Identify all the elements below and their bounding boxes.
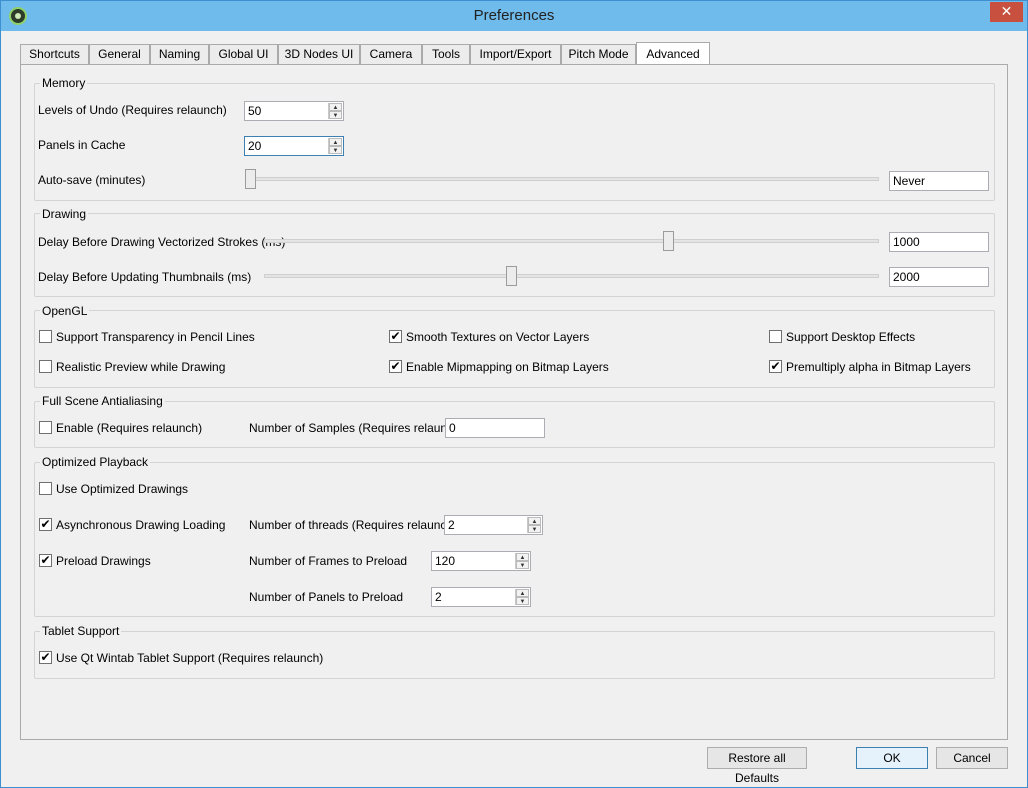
undo-value: 50 — [248, 104, 262, 118]
undo-stepper[interactable]: ▲ ▼ — [328, 103, 342, 119]
down-arrow-icon[interactable]: ▼ — [329, 146, 342, 154]
frames-preload-label: Number of Frames to Preload — [249, 554, 408, 568]
tab-pitch-mode[interactable]: Pitch Mode — [561, 44, 636, 65]
cache-spinbox[interactable]: 20 ▲ ▼ — [244, 136, 344, 156]
tablet-group-title: Tablet Support — [40, 624, 122, 638]
delay-strokes-field[interactable]: 1000 — [889, 232, 989, 252]
realistic-preview-checkbox[interactable] — [39, 360, 52, 373]
antialiasing-enable-label: Enable (Requires relaunch) — [56, 421, 203, 435]
autosave-field[interactable]: Never — [889, 171, 989, 191]
antialiasing-group-title: Full Scene Antialiasing — [40, 394, 165, 408]
async-loading-checkbox[interactable]: ✔ — [39, 518, 52, 531]
title-bar: Preferences ✕ — [1, 1, 1027, 31]
ok-button[interactable]: OK — [856, 747, 928, 769]
tab-global-ui[interactable]: Global UI — [209, 44, 278, 65]
up-arrow-icon[interactable]: ▲ — [528, 517, 541, 525]
wintab-checkbox[interactable]: ✔ — [39, 651, 52, 664]
optimized-drawings-label: Use Optimized Drawings — [56, 482, 189, 496]
memory-group — [34, 83, 995, 201]
tab-import-export[interactable]: Import/Export — [470, 44, 561, 65]
optimized-drawings-checkbox[interactable] — [39, 482, 52, 495]
down-arrow-icon[interactable]: ▼ — [528, 525, 541, 533]
delay-strokes-slider-track[interactable] — [264, 239, 879, 243]
threads-label: Number of threads (Requires relaunch) — [249, 518, 458, 532]
undo-label: Levels of Undo (Requires relaunch) — [38, 103, 227, 117]
preload-drawings-checkbox[interactable]: ✔ — [39, 554, 52, 567]
preferences-window: Preferences ✕ Shortcuts General Naming G… — [0, 0, 1028, 788]
down-arrow-icon[interactable]: ▼ — [516, 597, 529, 605]
transparency-checkbox[interactable] — [39, 330, 52, 343]
autosave-slider-handle[interactable] — [245, 169, 256, 189]
panels-preload-value: 2 — [435, 590, 442, 604]
down-arrow-icon[interactable]: ▼ — [516, 561, 529, 569]
frames-preload-spinbox[interactable]: 120 ▲ ▼ — [431, 551, 531, 571]
tab-3d-nodes-ui[interactable]: 3D Nodes UI — [278, 44, 360, 65]
delay-strokes-slider-handle[interactable] — [662, 231, 674, 251]
wintab-label: Use Qt Wintab Tablet Support (Requires r… — [56, 651, 324, 665]
thumbnails-delay-label: Delay Before Updating Thumbnails (ms) — [38, 270, 252, 284]
tab-naming[interactable]: Naming — [150, 44, 209, 65]
transparency-label: Support Transparency in Pencil Lines — [56, 330, 255, 344]
smooth-textures-checkbox[interactable]: ✔ — [389, 330, 402, 343]
advanced-panel: Memory Levels of Undo (Requires relaunch… — [20, 64, 1008, 740]
tab-shortcuts[interactable]: Shortcuts — [20, 44, 89, 65]
down-arrow-icon[interactable]: ▼ — [329, 111, 342, 119]
frames-preload-value: 120 — [435, 554, 456, 568]
thumbnails-delay-field[interactable]: 2000 — [889, 267, 989, 287]
up-arrow-icon[interactable]: ▲ — [329, 138, 342, 146]
desktop-effects-label: Support Desktop Effects — [786, 330, 916, 344]
tab-camera[interactable]: Camera — [360, 44, 422, 65]
cache-label: Panels in Cache — [38, 138, 126, 152]
window-title: Preferences — [473, 7, 555, 24]
threads-stepper[interactable]: ▲ ▼ — [527, 517, 541, 533]
autosave-label: Auto-save (minutes) — [38, 173, 146, 187]
panels-preload-spinbox[interactable]: 2 ▲ ▼ — [431, 587, 531, 607]
desktop-effects-checkbox[interactable] — [769, 330, 782, 343]
close-button[interactable]: ✕ — [990, 2, 1023, 22]
threads-value: 2 — [448, 518, 455, 532]
undo-spinbox[interactable]: 50 ▲ ▼ — [244, 101, 344, 121]
memory-group-title: Memory — [40, 76, 88, 90]
frames-preload-stepper[interactable]: ▲ ▼ — [515, 553, 529, 569]
thumbnails-delay-slider-handle[interactable] — [505, 266, 517, 286]
tab-advanced[interactable]: Advanced — [636, 42, 710, 65]
samples-field[interactable]: 0 — [445, 418, 545, 438]
cache-value: 20 — [248, 139, 262, 153]
opengl-group — [34, 310, 995, 388]
autosave-slider-track[interactable] — [246, 177, 879, 181]
up-arrow-icon[interactable]: ▲ — [329, 103, 342, 111]
premultiply-checkbox[interactable]: ✔ — [769, 360, 782, 373]
up-arrow-icon[interactable]: ▲ — [516, 589, 529, 597]
cancel-button[interactable]: Cancel — [936, 747, 1008, 769]
delay-strokes-label: Delay Before Drawing Vectorized Strokes … — [38, 235, 286, 249]
restore-defaults-button[interactable]: Restore all Defaults — [707, 747, 807, 785]
smooth-textures-label: Smooth Textures on Vector Layers — [406, 330, 590, 344]
playback-group-title: Optimized Playback — [40, 455, 151, 469]
cache-stepper[interactable]: ▲ ▼ — [328, 138, 342, 154]
opengl-group-title: OpenGL — [40, 304, 90, 318]
mipmapping-label: Enable Mipmapping on Bitmap Layers — [406, 360, 609, 374]
thumbnails-delay-slider-track[interactable] — [264, 274, 879, 278]
drawing-group-title: Drawing — [40, 207, 89, 221]
panels-preload-stepper[interactable]: ▲ ▼ — [515, 589, 529, 605]
tab-general[interactable]: General — [89, 44, 150, 65]
mipmapping-checkbox[interactable]: ✔ — [389, 360, 402, 373]
antialiasing-enable-checkbox[interactable] — [39, 421, 52, 434]
preload-drawings-label: Preload Drawings — [56, 554, 151, 568]
tab-tools[interactable]: Tools — [422, 44, 470, 65]
up-arrow-icon[interactable]: ▲ — [516, 553, 529, 561]
threads-spinbox[interactable]: 2 ▲ ▼ — [444, 515, 543, 535]
panels-preload-label: Number of Panels to Preload — [249, 590, 404, 604]
premultiply-label: Premultiply alpha in Bitmap Layers — [786, 360, 971, 374]
samples-label: Number of Samples (Requires relaunch) — [249, 421, 464, 435]
realistic-preview-label: Realistic Preview while Drawing — [56, 360, 226, 374]
async-loading-label: Asynchronous Drawing Loading — [56, 518, 226, 532]
